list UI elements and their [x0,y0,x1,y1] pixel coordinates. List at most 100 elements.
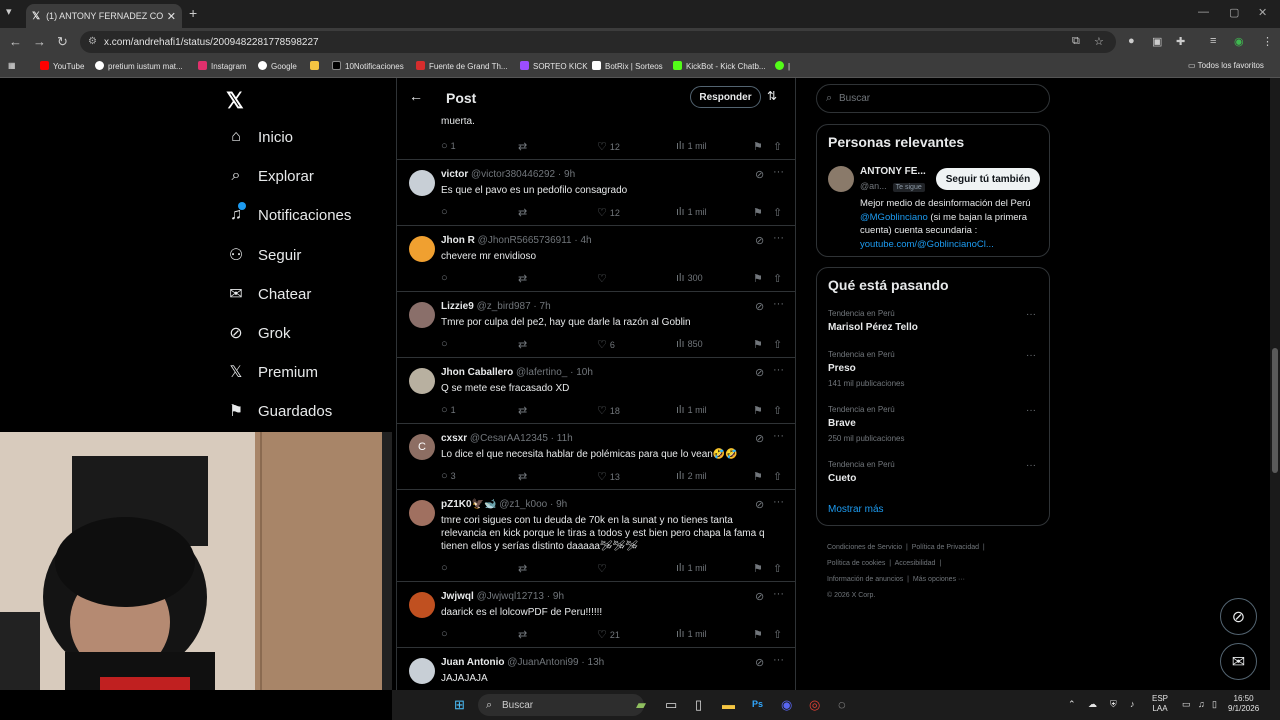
like-action[interactable]: ♡ [597,562,610,575]
share-action[interactable]: ⇧ [773,338,785,351]
more-options-icon[interactable]: ··· [773,298,784,310]
tab-search-icon[interactable]: ▾ [6,5,12,18]
reply-avatar[interactable] [409,170,435,196]
reply-tweet[interactable]: Ccxsxr @CesarAA12345 · 11h ⊘ ··· Lo dice el… [397,424,795,490]
task-view-icon[interactable]: ▭ [665,697,677,713]
reload-icon[interactable]: ↻ [57,34,68,50]
close-tab-icon[interactable]: ✕ [167,10,176,23]
profile-avatar-icon[interactable]: ◉ [1234,35,1244,48]
views-action[interactable]: ılı 850 [676,338,703,350]
minimize-icon[interactable]: — [1198,6,1209,18]
grok-explain-icon[interactable]: ⊘ [755,234,764,247]
terms-link[interactable]: Condiciones de Servicio [827,544,902,551]
reply-time[interactable]: 9h [564,169,575,180]
more-options-icon[interactable]: ··· [773,588,784,600]
reply-tweet[interactable]: Lizzie9 @z_bird987 · 7h ⊘ ··· Tmre por culp… [397,292,795,358]
reply-author[interactable]: Jhon R [441,235,475,246]
repost-action[interactable]: ⇄ [518,140,530,153]
extension-icon[interactable]: ● [1128,35,1135,47]
reply-time[interactable]: 13h [588,657,605,668]
like-action[interactable]: ♡ 12 [597,140,620,153]
reply-avatar[interactable] [409,236,435,262]
reply-tweet[interactable]: Jhon Caballero @lafertino_ · 10h ⊘ ··· Q se… [397,358,795,424]
bookmark-10notificaciones[interactable]: 10Notificaciones [332,61,404,71]
repost-action[interactable]: ⇄ [518,470,530,483]
more-options-link[interactable]: Más opciones ··· [913,576,965,583]
trend-more-icon[interactable]: ··· [1026,309,1036,320]
ads-info-link[interactable]: Información de anuncios [827,576,903,583]
network-icon[interactable]: ▭ [1182,699,1191,709]
reply-tweet[interactable]: victor @victor380446292 · 9h ⊘ ··· Es que e… [397,160,795,226]
windows-start-icon[interactable]: ⊞ [454,697,465,713]
scrollbar-thumb[interactable] [1272,348,1278,473]
views-action[interactable]: ılı 1 mil [676,628,707,640]
bookmark-kickbot[interactable]: KickBot - Kick Chatb... [673,61,766,71]
reply-tweet[interactable]: Jwjwql @Jwjwql12713 · 9h ⊘ ··· daarick es e… [397,582,795,648]
reply-action[interactable]: ○ 1 [441,404,456,416]
bookmark-pretium[interactable]: pretium iustum mat... [95,61,183,71]
puzzle-icon[interactable]: ✚ [1176,35,1185,48]
reply-time[interactable]: 7h [540,301,551,312]
share-action[interactable]: ⇧ [773,628,785,641]
all-favorites[interactable]: ▭ Todos los favoritos [1188,61,1264,70]
trend-item[interactable]: Tendencia en Perú Marisol Pérez Tello ··… [828,309,1038,333]
share-action[interactable]: ⇧ [773,272,785,285]
person-name[interactable]: ANTONY FE... [860,166,926,177]
repost-action[interactable]: ⇄ [518,206,530,219]
privacy-link[interactable]: Política de Privacidad [912,544,979,551]
volume-icon[interactable]: ♫ [1198,699,1205,709]
install-icon[interactable]: ⧉ [1072,35,1080,48]
cookies-link[interactable]: Política de cookies [827,560,885,567]
tray-overflow-icon[interactable]: ⌃ [1068,699,1076,709]
grok-explain-icon[interactable]: ⊘ [755,300,764,313]
grok-explain-icon[interactable]: ⊘ [755,498,764,511]
bookmark-action[interactable]: ⚑ [753,628,766,641]
reply-author[interactable]: Juan Antonio [441,657,505,668]
grok-fab-icon[interactable]: ⊘ [1220,598,1257,635]
share-action[interactable]: ⇧ [773,206,785,219]
discord-icon[interactable]: ◉ [781,697,792,713]
more-options-icon[interactable]: ··· [773,166,784,178]
grok-explain-icon[interactable]: ⊘ [755,366,764,379]
reply-avatar[interactable] [409,658,435,684]
views-action[interactable]: ılı 300 [676,272,703,284]
bookmark-action[interactable]: ⚑ [753,562,766,575]
reply-action[interactable]: ○ [441,562,451,574]
reply-button[interactable]: Responder [690,86,761,108]
star-icon[interactable]: ☆ [1094,35,1104,48]
sidebar-item-premium[interactable]: 𝕏 Premium [226,362,318,382]
grok-explain-icon[interactable]: ⊘ [755,590,764,603]
reply-author[interactable]: Jwjwql [441,591,474,602]
sidebar-item-inicio[interactable]: ⌂ Inicio [226,128,293,146]
views-action[interactable]: ılı 1 mil [676,140,707,152]
sidebar-item-grok[interactable]: ⊘ Grok [226,323,290,343]
accessibility-link[interactable]: Accesibilidad [895,560,936,567]
reply-avatar[interactable]: C [409,434,435,460]
tray-shield-icon[interactable]: ⛨ [1110,699,1117,709]
new-tab-button[interactable]: + [189,5,197,21]
chrome-taskbar-icon[interactable]: ◎ [809,697,820,713]
reply-action[interactable]: ○ [441,206,451,218]
more-options-icon[interactable]: ··· [773,654,784,666]
reply-time[interactable]: 11h [557,433,573,444]
reply-handle[interactable]: @lafertino_ [516,367,567,378]
bookmark-action[interactable]: ⚑ [753,470,766,483]
like-action[interactable]: ♡ 13 [597,470,620,483]
sidebar-item-seguir[interactable]: ⚇ Seguir [226,245,302,265]
grok-explain-icon[interactable]: ⊘ [755,656,764,669]
views-action[interactable]: ılı 2 mil [676,470,707,482]
trend-more-icon[interactable]: ··· [1026,350,1036,361]
forward-icon[interactable]: → [33,34,46,49]
views-action[interactable]: ılı 1 mil [676,404,707,416]
reply-author[interactable]: Jhon Caballero [441,367,513,378]
reply-tweet[interactable]: pZ1K0🦅🐋 @z1_k0oo · 9h ⊘ ··· tmre cori sigue… [397,490,795,582]
views-action[interactable]: ılı 1 mil [676,206,707,218]
reply-author[interactable]: victor [441,169,468,180]
more-options-icon[interactable]: ··· [773,496,784,508]
reply-handle[interactable]: @z1_k0oo [499,499,547,510]
bookmark-botrix[interactable]: BotRix | Sorteos [592,61,663,71]
reply-avatar[interactable] [409,302,435,328]
sidebar-item-chatear[interactable]: ✉ Chatear [226,284,311,304]
trend-more-icon[interactable]: ··· [1026,460,1036,471]
like-action[interactable]: ♡ 21 [597,628,620,641]
